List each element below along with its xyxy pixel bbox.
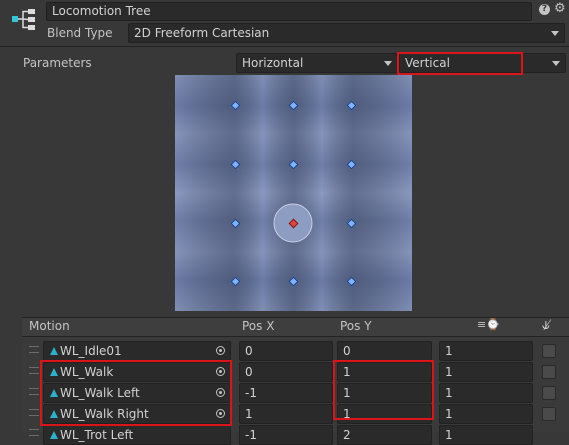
object-picker-icon[interactable] bbox=[216, 388, 225, 397]
motion-clip-field[interactable]: WL_Walk Left bbox=[43, 383, 231, 403]
pos-x-field[interactable]: 0 bbox=[239, 341, 333, 361]
animation-clip-icon bbox=[50, 410, 58, 418]
motion-clip-name: WL_Walk bbox=[60, 365, 114, 379]
drag-handle[interactable] bbox=[29, 388, 39, 395]
chevron-down-icon bbox=[384, 61, 392, 66]
pos-x-field[interactable]: -1 bbox=[239, 425, 333, 445]
blend-tree-name-field[interactable]: Locomotion Tree bbox=[46, 2, 532, 21]
animation-clip-icon bbox=[50, 431, 58, 439]
x-parameter-value: Horizontal bbox=[242, 56, 304, 70]
animation-clip-icon bbox=[50, 389, 58, 397]
object-picker-icon[interactable] bbox=[216, 409, 225, 418]
help-icon[interactable]: ? bbox=[539, 4, 550, 15]
object-picker-icon[interactable] bbox=[216, 367, 225, 376]
motion-clip-name: WL_Walk Right bbox=[60, 407, 149, 421]
drag-handle[interactable] bbox=[29, 429, 39, 436]
header-divider bbox=[0, 46, 569, 47]
animation-clip-icon bbox=[50, 368, 58, 376]
speed-field[interactable]: 1 bbox=[439, 425, 533, 445]
mirror-checkbox[interactable] bbox=[542, 344, 556, 358]
motion-column-header: Motion bbox=[29, 319, 70, 333]
time-scale-icon: ≡⌚ bbox=[477, 318, 500, 331]
pos-x-field[interactable]: 0 bbox=[239, 362, 333, 382]
mirror-checkbox[interactable] bbox=[542, 386, 556, 400]
pos-y-field[interactable]: 1 bbox=[337, 383, 432, 403]
pos-y-field[interactable]: 1 bbox=[337, 362, 432, 382]
parameters-label: Parameters bbox=[23, 56, 92, 70]
motion-table-header: Motion Pos X Pos Y ≡⌚ ⫝̸ bbox=[22, 318, 569, 337]
speed-field[interactable]: 1 bbox=[439, 341, 533, 361]
mirror-checkbox[interactable] bbox=[542, 365, 556, 379]
motion-clip-field[interactable]: WL_Walk bbox=[43, 362, 231, 382]
animation-clip-icon bbox=[50, 347, 58, 355]
settings-icon[interactable]: ⚙ bbox=[554, 2, 566, 16]
pos-x-column-header: Pos X bbox=[242, 319, 275, 333]
motion-clip-field[interactable]: WL_Trot Left bbox=[43, 425, 231, 445]
motion-clip-name: WL_Idle01 bbox=[60, 344, 122, 358]
blend-type-value: 2D Freeform Cartesian bbox=[134, 26, 270, 40]
pos-y-field[interactable]: 0 bbox=[337, 341, 432, 361]
blend-type-dropdown[interactable]: 2D Freeform Cartesian bbox=[128, 23, 565, 43]
blend-space-graph[interactable] bbox=[175, 75, 412, 311]
blend-type-label: Blend Type bbox=[47, 26, 113, 40]
blend-tree-icon bbox=[10, 6, 38, 34]
drag-handle[interactable] bbox=[29, 409, 39, 416]
speed-field[interactable]: 1 bbox=[439, 383, 533, 403]
mirror-icon: ⫝̸ bbox=[542, 318, 550, 333]
mirror-checkbox[interactable] bbox=[542, 407, 556, 421]
speed-field[interactable]: 1 bbox=[439, 362, 533, 382]
motion-clip-field[interactable]: WL_Walk Right bbox=[43, 404, 231, 424]
chevron-down-icon bbox=[552, 61, 560, 66]
pos-y-column-header: Pos Y bbox=[340, 319, 372, 333]
pos-y-field[interactable]: 2 bbox=[337, 425, 432, 445]
motion-clip-name: WL_Trot Left bbox=[60, 428, 134, 442]
motion-clip-name: WL_Walk Left bbox=[60, 386, 140, 400]
pos-y-field[interactable]: 1 bbox=[337, 404, 432, 424]
drag-handle[interactable] bbox=[29, 346, 39, 353]
y-parameter-dropdown[interactable]: Vertical bbox=[399, 53, 566, 73]
object-picker-icon[interactable] bbox=[216, 346, 225, 355]
pos-x-field[interactable]: 1 bbox=[239, 404, 333, 424]
y-parameter-value: Vertical bbox=[405, 56, 450, 70]
drag-handle[interactable] bbox=[29, 367, 39, 374]
speed-field[interactable]: 1 bbox=[439, 404, 533, 424]
chevron-down-icon bbox=[551, 31, 559, 36]
x-parameter-dropdown[interactable]: Horizontal bbox=[236, 53, 398, 73]
pos-x-field[interactable]: -1 bbox=[239, 383, 333, 403]
motion-clip-field[interactable]: WL_Idle01 bbox=[43, 341, 231, 361]
